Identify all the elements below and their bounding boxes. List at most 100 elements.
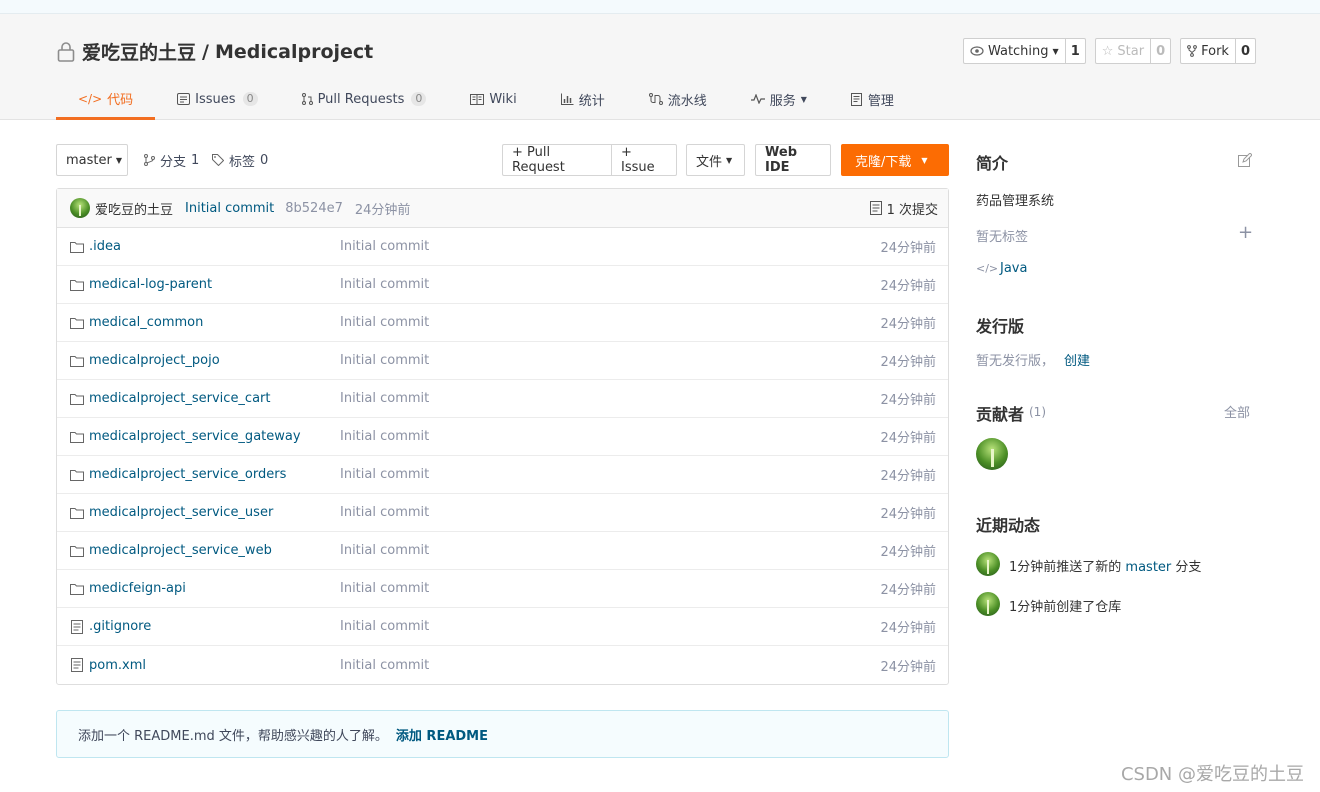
tab-services[interactable]: 服务 ▼ [729, 80, 829, 118]
file-icon [71, 658, 83, 672]
repo-title: 爱吃豆的土豆 / Medicalproject [56, 38, 373, 65]
chevron-down-icon: ▼ [1052, 46, 1059, 56]
commit-sha-link[interactable]: 8b524e7 [285, 201, 343, 216]
tab-issues[interactable]: Issues 0 [155, 80, 279, 118]
watch-button[interactable]: Watching ▼ 1 [962, 38, 1086, 64]
new-pull-request-button[interactable]: + Pull Request [502, 144, 612, 176]
tab-code[interactable]: </> 代码 [56, 80, 156, 120]
fork-count[interactable]: 0 [1236, 39, 1255, 63]
star-button[interactable]: ☆ Star 0 [1094, 38, 1172, 64]
table-row: medicalproject_service_orders Initial com… [57, 456, 948, 494]
table-row: medicalproject_service_cart Initial commi… [57, 380, 948, 418]
star-icon: ☆ [1101, 43, 1114, 59]
file-commit-time: 24分钟前 [880, 431, 936, 446]
clone-download-label: 克隆/下载 [855, 154, 912, 170]
file-commit-message-link[interactable]: Initial commit [340, 658, 429, 673]
create-release-link[interactable]: 创建 [1064, 350, 1090, 369]
clone-download-button[interactable]: 克隆/下载 ▼ [841, 144, 949, 176]
file-commit-message-link[interactable]: Initial commit [340, 619, 429, 634]
pull-requests-count-badge: 0 [411, 92, 427, 106]
file-list: 爱吃豆的土豆 Initial commit 8b524e7 24分钟前 1 次提… [56, 188, 949, 685]
tab-stats[interactable]: 统计 [539, 80, 627, 118]
commit-message-link[interactable]: Initial commit [185, 201, 274, 216]
file-name-link[interactable]: pom.xml [89, 658, 146, 673]
chevron-down-icon: ▼ [115, 155, 122, 165]
table-row: medical_common Initial commit 24分钟前 [57, 304, 948, 342]
file-menu-button[interactable]: 文件 ▼ [686, 144, 745, 176]
table-row: medicfeign-api Initial commit 24分钟前 [57, 570, 948, 608]
branch-select[interactable]: master ▼ [56, 144, 128, 176]
repo-header: 爱吃豆的土豆 / Medicalproject Watching ▼ 1 ☆ S… [0, 14, 1320, 120]
tab-services-label: 服务 [769, 93, 796, 109]
file-name-link[interactable]: .gitignore [89, 619, 151, 634]
book-icon [470, 93, 485, 105]
file-name-link[interactable]: medicalproject_service_web [89, 543, 272, 558]
all-contributors-link[interactable]: 全部 [1224, 402, 1250, 421]
branch-select-value: master [66, 152, 112, 168]
folder-icon [70, 545, 84, 557]
file-name-link[interactable]: medicalproject_service_user [89, 505, 273, 520]
branches-link[interactable]: 分支 1 [144, 144, 199, 176]
file-name-link[interactable]: medicalproject_service_cart [89, 391, 271, 406]
file-commit-message-link[interactable]: Initial commit [340, 505, 429, 520]
activity-branch-link[interactable]: master [1125, 560, 1171, 575]
star-label: Star [1117, 43, 1145, 59]
add-tag-icon[interactable]: + [1238, 222, 1253, 243]
edit-icon[interactable] [1238, 153, 1252, 167]
code-icon: </> [976, 262, 999, 275]
avatar[interactable] [70, 198, 90, 218]
file-name-link[interactable]: medicfeign-api [89, 581, 186, 596]
file-commit-message-link[interactable]: Initial commit [340, 353, 429, 368]
file-commit-message-link[interactable]: Initial commit [340, 277, 429, 292]
readme-notice: 添加一个 README.md 文件，帮助感兴趣的人了解。 添加 README [56, 710, 949, 758]
tab-issues-label: Issues [195, 91, 236, 107]
file-commit-message-link[interactable]: Initial commit [340, 239, 429, 254]
folder-icon [70, 583, 84, 595]
file-name-link[interactable]: medicalproject_pojo [89, 353, 220, 368]
file-name-link[interactable]: medicalproject_service_orders [89, 467, 286, 482]
file-commit-message-link[interactable]: Initial commit [340, 543, 429, 558]
repo-owner-link[interactable]: 爱吃豆的土豆 [82, 38, 196, 65]
add-readme-link[interactable]: 添加 README [396, 725, 488, 744]
tab-pipeline[interactable]: 流水线 [627, 80, 729, 118]
table-row: medicalproject_service_gateway Initial co… [57, 418, 948, 456]
repo-tabs: </> 代码 Issues 0 Pull Requests 0 Wiki 统计 … [56, 80, 916, 120]
activity-prefix: 1分钟前推送了新的 [1009, 560, 1122, 575]
tags-link[interactable]: 标签 0 [212, 144, 268, 176]
commit-count-link[interactable]: 1 次提交 [869, 199, 938, 218]
file-commit-message-link[interactable]: Initial commit [340, 581, 429, 596]
table-row: pom.xml Initial commit 24分钟前 [57, 646, 948, 684]
avatar[interactable] [976, 552, 1000, 576]
file-commit-time: 24分钟前 [880, 621, 936, 636]
commit-author-link[interactable]: 爱吃豆的土豆 [95, 199, 173, 218]
file-name-link[interactable]: medical-log-parent [89, 277, 212, 292]
file-commit-message-link[interactable]: Initial commit [340, 467, 429, 482]
star-count[interactable]: 0 [1151, 39, 1170, 63]
releases-title: 发行版 [976, 317, 1025, 336]
tab-wiki[interactable]: Wiki [448, 80, 538, 118]
watch-count[interactable]: 1 [1066, 39, 1085, 63]
web-ide-button[interactable]: Web IDE [755, 144, 831, 176]
file-commit-message-link[interactable]: Initial commit [340, 391, 429, 406]
repo-name-link[interactable]: Medicalproject [215, 41, 373, 63]
file-commit-message-link[interactable]: Initial commit [340, 315, 429, 330]
new-issue-button[interactable]: + Issue [611, 144, 677, 176]
table-row: medicalproject_service_user Initial commi… [57, 494, 948, 532]
chevron-down-icon: ▼ [800, 94, 807, 104]
pull-request-icon [301, 93, 313, 105]
file-name-link[interactable]: medical_common [89, 315, 203, 330]
file-name-link[interactable]: medicalproject_service_gateway [89, 429, 301, 444]
branches-count: 1 [191, 152, 200, 168]
file-name-link[interactable]: .idea [89, 239, 121, 254]
tab-manage[interactable]: 管理 [829, 80, 916, 118]
tab-pull-requests[interactable]: Pull Requests 0 [280, 80, 449, 118]
language-link[interactable]: Java [1000, 261, 1027, 276]
history-icon [869, 201, 882, 215]
lock-icon [57, 41, 75, 62]
file-commit-time: 24分钟前 [880, 507, 936, 522]
avatar[interactable] [976, 592, 1000, 616]
fork-button[interactable]: Fork 0 [1180, 38, 1256, 64]
contributor-avatar[interactable] [976, 438, 1008, 470]
settings-doc-icon [850, 92, 862, 106]
file-commit-message-link[interactable]: Initial commit [340, 429, 429, 444]
